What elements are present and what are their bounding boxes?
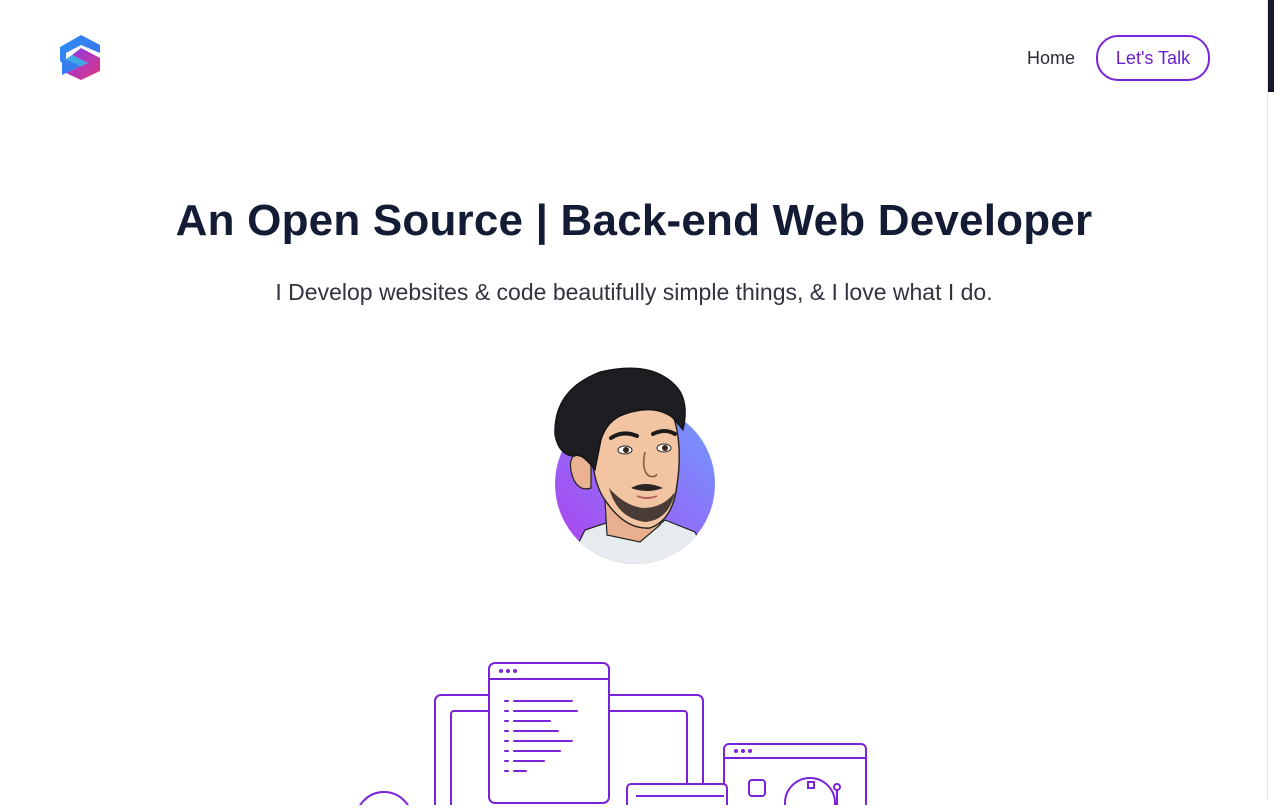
devices-line-illustration <box>340 655 880 810</box>
hero-subtitle: I Develop websites & code beautifully si… <box>275 279 993 305</box>
navbar: Home Let's Talk <box>0 0 1268 115</box>
hero-title: An Open Source | Back-end Web Developer <box>175 196 1093 245</box>
developer-avatar-icon <box>545 360 725 570</box>
scrollbar[interactable] <box>1267 0 1280 800</box>
lets-talk-button[interactable]: Let's Talk <box>1096 35 1210 81</box>
nav-home-link[interactable]: Home <box>1027 47 1075 69</box>
scrollbar-thumb[interactable] <box>1268 0 1274 92</box>
brand-logo-icon[interactable] <box>58 33 104 81</box>
